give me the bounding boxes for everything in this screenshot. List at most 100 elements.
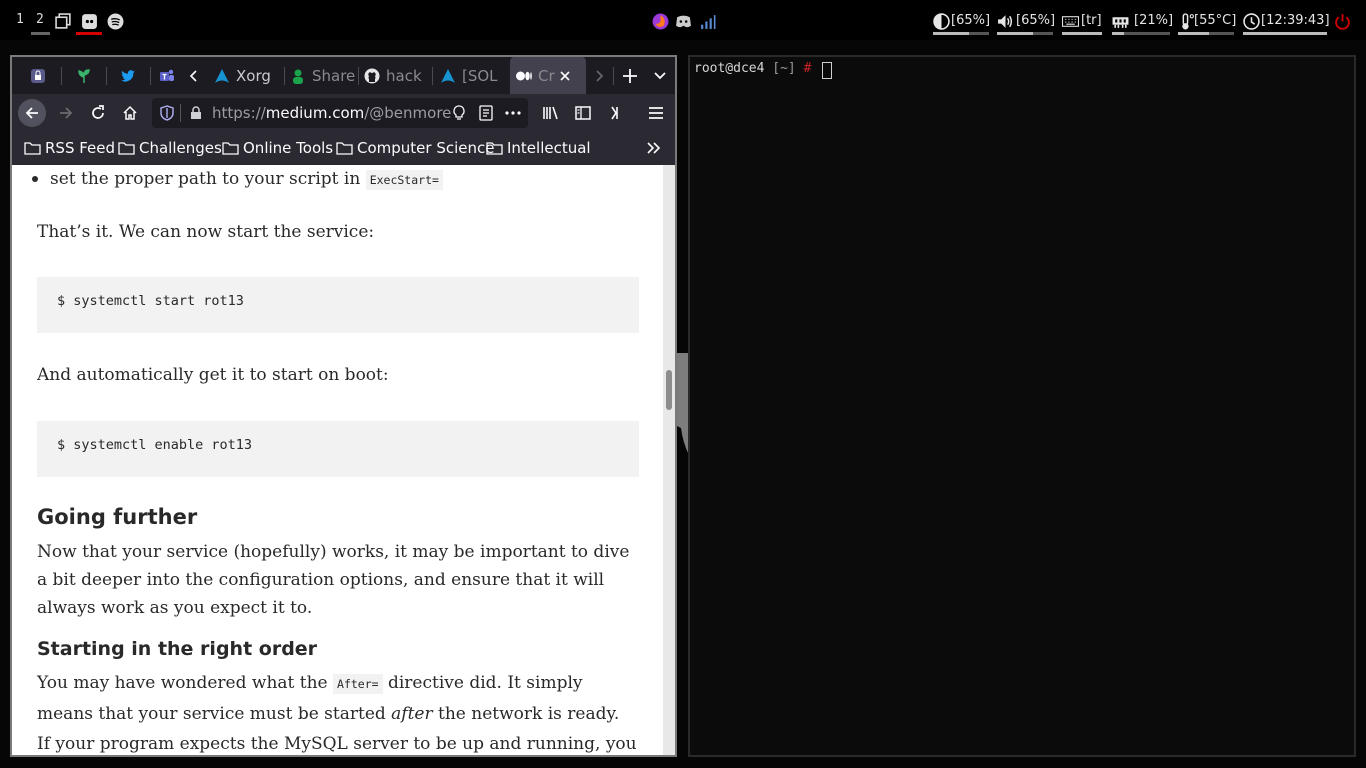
- url-text[interactable]: https://medium.com/@benmorel/: [212, 104, 452, 122]
- brightness-bar: [933, 32, 989, 35]
- extension-button[interactable]: [601, 99, 629, 127]
- shield-icon[interactable]: [160, 105, 174, 121]
- menu-button[interactable]: [642, 99, 670, 127]
- library-icon: [543, 106, 558, 120]
- reload-icon: [92, 105, 104, 119]
- firefox-tray-icon[interactable]: [652, 13, 669, 30]
- volume-icon[interactable]: [997, 13, 1014, 30]
- section-heading: Starting in the right order: [37, 638, 318, 660]
- tab-solved[interactable]: [SOL: [436, 57, 510, 94]
- github-icon: [364, 68, 380, 83]
- hamburger-menu-icon: [649, 107, 663, 119]
- sidebar-button[interactable]: [569, 99, 597, 127]
- close-tab-icon[interactable]: [559, 70, 571, 82]
- bookmark-folder-rss-feed[interactable]: RSS Feed: [24, 139, 115, 157]
- back-button[interactable]: [18, 99, 46, 127]
- volume-bar: [997, 32, 1053, 35]
- tab-bar: Xorg Share hack [SOL Cr: [12, 57, 675, 94]
- bookmark-folder-online-tools[interactable]: Online Tools: [222, 139, 333, 157]
- reader-view-icon[interactable]: [479, 105, 493, 121]
- spotify-icon[interactable]: [107, 13, 124, 30]
- tab-pinned-4[interactable]: [152, 57, 182, 94]
- brightness-value: [65%]: [951, 13, 991, 28]
- section-heading: Going further: [37, 505, 198, 529]
- tab-pinned-2[interactable]: [64, 57, 104, 94]
- discord-icon[interactable]: [81, 13, 98, 30]
- discord-tray-icon[interactable]: [675, 13, 692, 30]
- library-button[interactable]: [537, 99, 565, 127]
- keyboard-layout: [tr]: [1081, 13, 1102, 28]
- share-icon: [293, 69, 303, 84]
- network-signal-icon[interactable]: [699, 13, 716, 30]
- tab-share[interactable]: Share: [286, 57, 360, 94]
- extension-icon: [611, 106, 618, 120]
- bookmark-folder-computer-science[interactable]: Computer Science: [336, 139, 494, 157]
- list-all-tabs-button[interactable]: [648, 57, 672, 94]
- keyboard-icon: [1062, 16, 1079, 27]
- folder-icon: [222, 142, 239, 155]
- bookmarks-toolbar: RSS Feed Challenges Online Tools Compute…: [12, 132, 675, 165]
- memory-icon: [1112, 17, 1129, 28]
- paragraph: That’s it. We can now start the service:: [37, 222, 375, 242]
- bookmark-folder-challenges[interactable]: Challenges: [118, 139, 222, 157]
- tab-active-medium[interactable]: Cr: [510, 57, 586, 94]
- chevron-down-icon: [654, 71, 666, 79]
- more-options-icon[interactable]: [505, 111, 521, 115]
- folder-icon: [118, 142, 135, 155]
- shell-prompt: root@dce4 [~] #: [694, 61, 811, 76]
- keyboard-bar: [1062, 32, 1102, 35]
- clock-icon: [1243, 13, 1260, 30]
- windows-icon[interactable]: [55, 13, 72, 30]
- arch-linux-icon: [215, 68, 229, 83]
- tab-scroll-right-button[interactable]: [588, 57, 610, 94]
- double-chevron-right-icon: [647, 142, 661, 154]
- workspace-1[interactable]: 1: [16, 12, 24, 27]
- inline-code: ExecStart=: [365, 170, 443, 190]
- memory-bar: [1112, 32, 1170, 35]
- article-content: set the proper path to your script in Ex…: [12, 165, 663, 755]
- memory-value: [21%]: [1134, 13, 1174, 28]
- bullet: [32, 176, 38, 182]
- user-host: root@dce4: [694, 61, 765, 76]
- sidebar-icon: [575, 106, 591, 120]
- chevron-right-icon: [596, 69, 604, 82]
- code-block: $ systemctl start rot13: [37, 277, 639, 333]
- plant-icon: [78, 68, 90, 83]
- prompt-symbol: #: [803, 61, 812, 76]
- url-bar[interactable]: https://medium.com/@benmorel/: [152, 98, 528, 128]
- terminal-window[interactable]: root@dce4 [~] #: [688, 55, 1356, 757]
- top-status-bar: 1 2 [65%] [65%] [tr] [21%] [55°C] [12:39…: [0, 0, 1366, 40]
- brightness-icon: [933, 13, 950, 30]
- power-icon[interactable]: [1334, 13, 1351, 30]
- home-icon: [123, 105, 137, 120]
- arrow-right-icon: [60, 107, 73, 119]
- tab-pinned-3[interactable]: [108, 57, 148, 94]
- active-app-indicator: [76, 32, 102, 35]
- twitter-icon: [121, 69, 135, 82]
- folder-icon: [336, 142, 353, 155]
- plus-icon: [623, 68, 637, 83]
- bookmarks-overflow-button[interactable]: [646, 141, 666, 155]
- page-scrollbar[interactable]: [663, 165, 675, 755]
- tab-xorg[interactable]: Xorg: [210, 57, 284, 94]
- workspace-2[interactable]: 2: [36, 12, 44, 27]
- home-button[interactable]: [116, 99, 144, 127]
- tab-hack[interactable]: hack: [360, 57, 434, 94]
- arrow-left-icon: [25, 107, 38, 119]
- browser-window: Xorg Share hack [SOL Cr https://medium.c…: [10, 55, 677, 757]
- clock: [12:39:43]: [1261, 13, 1330, 28]
- folder-icon: [486, 142, 503, 155]
- scrollbar-thumb[interactable]: [666, 370, 672, 410]
- medium-icon: [516, 71, 532, 80]
- volume-value: [65%]: [1016, 13, 1056, 28]
- tab-scroll-left-button[interactable]: [182, 57, 206, 94]
- lightbulb-icon[interactable]: [452, 105, 466, 121]
- folder-icon: [24, 142, 41, 155]
- padlock-icon[interactable]: [190, 106, 202, 120]
- new-tab-button[interactable]: [616, 57, 644, 94]
- bookmark-folder-intellectual[interactable]: Intellectual: [486, 139, 591, 157]
- tab-pinned-1[interactable]: [18, 57, 58, 94]
- forward-button[interactable]: [52, 99, 80, 127]
- reload-button[interactable]: [84, 99, 112, 127]
- terminal-cursor[interactable]: [822, 62, 832, 79]
